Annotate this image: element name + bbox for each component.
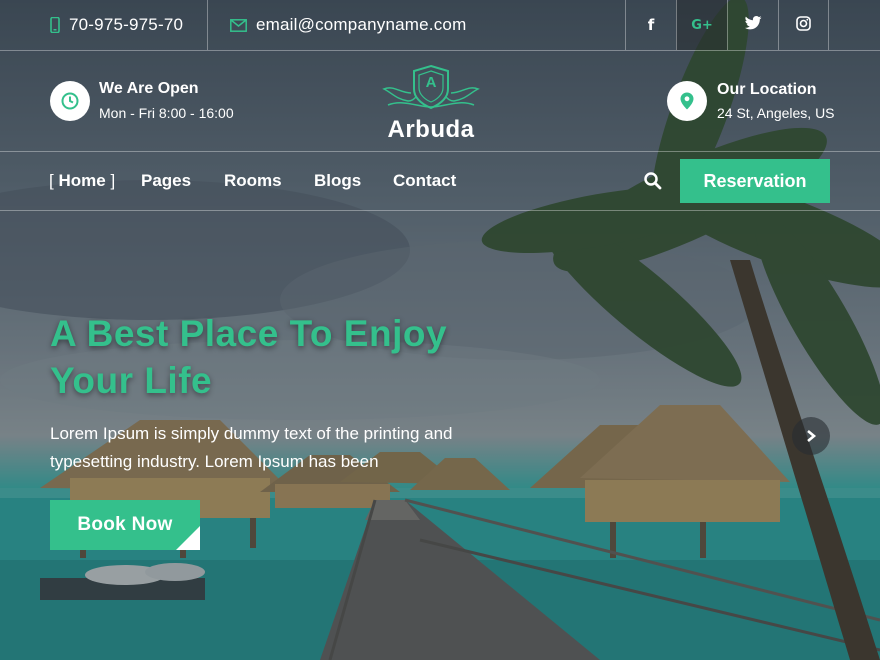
hero-description: Lorem Ipsum is simply dummy text of the …: [50, 420, 520, 476]
twitter-link[interactable]: [727, 0, 778, 50]
mobile-phone-icon: [50, 17, 60, 33]
clock-badge: [50, 81, 90, 121]
map-pin-icon: [680, 92, 694, 110]
logo-text: Arbuda: [387, 116, 475, 143]
google-plus-icon: G+: [691, 17, 713, 33]
nav-item-home[interactable]: [ Home ]: [49, 171, 115, 191]
active-bracket-open: [: [49, 171, 54, 190]
email-address: email@companyname.com: [256, 15, 467, 34]
location-badge: [667, 81, 707, 121]
search-button[interactable]: [643, 171, 663, 191]
nav-item-blogs[interactable]: Blogs: [314, 171, 361, 191]
open-hours: Mon - Fri 8:00 - 16:00: [99, 105, 234, 121]
active-bracket-close: ]: [110, 171, 116, 190]
site-logo[interactable]: A Arbuda: [378, 63, 484, 143]
hero-title-line: Your Life: [50, 360, 213, 401]
nav-item-label: Home: [58, 171, 106, 190]
reservation-button[interactable]: Reservation: [680, 159, 830, 203]
envelope-icon: [230, 18, 247, 32]
nav-item-rooms[interactable]: Rooms: [224, 171, 282, 191]
header: We Are Open Mon - Fri 8:00 - 16:00 A Arb…: [0, 51, 880, 152]
phone-contact[interactable]: 70-975-975-70: [50, 0, 183, 50]
facebook-link[interactable]: f: [625, 0, 676, 50]
twitter-icon: [744, 16, 762, 34]
book-now-button[interactable]: Book Now: [50, 500, 200, 550]
nav-item-pages[interactable]: Pages: [141, 171, 191, 191]
hero-title-line: A Best Place To Enjoy: [50, 313, 448, 354]
divider: [207, 0, 208, 50]
hero-title: A Best Place To Enjoy Your Life: [50, 310, 570, 404]
slider-next-button[interactable]: [792, 417, 830, 455]
search-icon: [644, 172, 662, 190]
clock-icon: [61, 92, 79, 110]
chevron-right-icon: [807, 430, 817, 442]
logo-letter: A: [425, 74, 437, 91]
hero-text-line: Lorem Ipsum is simply dummy text of the …: [50, 424, 453, 443]
facebook-icon: f: [647, 16, 655, 34]
book-now-label: Book Now: [77, 514, 173, 535]
open-title: We Are Open: [99, 80, 199, 97]
instagram-icon: [796, 15, 811, 35]
corner-triangle: [176, 526, 200, 550]
location-address: 24 St, Angeles, US: [717, 105, 835, 121]
location-title: Our Location: [717, 81, 817, 98]
hero-text-line: typesetting industry. Lorem Ipsum has be…: [50, 452, 379, 471]
google-plus-link[interactable]: G+: [676, 0, 727, 50]
top-bar: 70-975-975-70 email@companyname.com f G+: [0, 0, 880, 51]
instagram-link[interactable]: [778, 0, 829, 50]
nav-item-contact[interactable]: Contact: [393, 171, 456, 191]
main-nav: [ Home ] Pages Rooms Blogs Contact Reser…: [0, 152, 880, 211]
email-contact[interactable]: email@companyname.com: [230, 0, 466, 50]
phone-number: 70-975-975-70: [69, 15, 184, 34]
